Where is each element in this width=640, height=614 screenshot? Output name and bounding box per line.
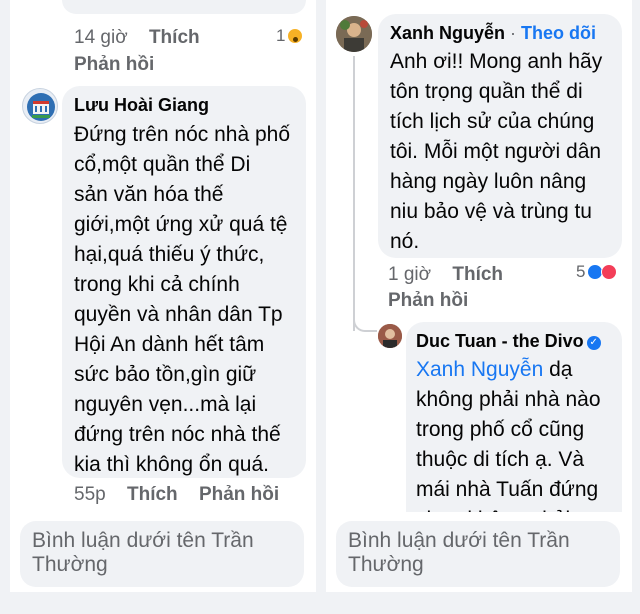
separator-dot: · — [510, 23, 517, 43]
love-reaction-icon — [601, 264, 618, 280]
comment-text: Đứng trên nóc nhà phố cổ,một quần thể Di… — [74, 120, 294, 480]
reaction-count: 5 — [576, 262, 586, 281]
reply-author[interactable]: Duc Tuan - the Divo — [416, 331, 584, 351]
reply-button[interactable]: Phản hồi — [74, 54, 154, 76]
comments-panel-right: Xanh Nguyễn · Theo dõi Anh ơi!! Mong anh… — [326, 0, 632, 592]
reply-line: thuộc di tích ạ. Và — [416, 448, 585, 471]
comment-line: Hội An dành hết tâm — [74, 333, 265, 356]
comment-input[interactable]: Bình luận dưới tên Trần Thường — [20, 521, 304, 587]
mention-link[interactable]: Xanh Nguyễn — [416, 358, 543, 381]
like-button[interactable]: Thích — [452, 264, 503, 285]
comment-line: hại,quá thiếu ý thức, — [74, 243, 265, 266]
follow-button[interactable]: Theo dõi — [521, 23, 596, 43]
reply-button[interactable]: Phản hồi — [388, 290, 468, 312]
comment-line: niu bảo vệ và trùng tu — [390, 200, 592, 223]
comment-bubble: Xanh Nguyễn · Theo dõi Anh ơi!! Mong anh… — [378, 14, 622, 258]
profile-photo-icon — [378, 324, 402, 348]
comment-line: trong khi cả chính — [74, 273, 240, 296]
comment-line: quyền và nhân dân Tp — [74, 303, 283, 326]
reaction-count: 1 — [276, 26, 286, 45]
reply-bubble: Duc Tuan - the Divo ✓ Xanh Nguyễn dạ khôn… — [406, 322, 622, 536]
verified-badge-icon: ✓ — [586, 336, 601, 350]
comment-line: tôi. Mỗi một người dân — [390, 140, 602, 163]
reply-line: trong phố cổ cũng — [416, 418, 585, 441]
comment-line: cổ,một quần thể Di — [74, 153, 251, 176]
comment-time: 55p — [74, 484, 106, 505]
like-button[interactable]: Thích — [149, 27, 200, 48]
comment-text: Anh ơi!! Mong anh hãy tôn trọng quần thể… — [390, 47, 610, 257]
comment-header: Xanh Nguyễn · Theo dõi — [390, 22, 610, 44]
thread-line — [353, 56, 355, 331]
comment-line: kia thì không ổn quá. — [74, 453, 269, 476]
comment-actions: 1 giờ Thích — [388, 264, 519, 286]
reaction-summary[interactable]: 1 — [276, 26, 304, 46]
comment-line: tôn trọng quần thể di — [390, 80, 583, 103]
wow-reaction-icon — [287, 28, 304, 44]
comment-line: sản văn hóa thế — [74, 183, 224, 206]
comment-line: tích lịch sử của chúng — [390, 110, 595, 133]
comment-line: giới,một ứng xử quá tệ — [74, 213, 288, 236]
comment-author[interactable]: Lưu Hoài Giang — [74, 94, 294, 116]
emblem-icon — [27, 93, 55, 121]
avatar[interactable] — [378, 324, 402, 348]
reply-line: mái nhà Tuấn đứng — [416, 478, 599, 501]
comment-line: nguyên vẹn...mà lại — [74, 393, 257, 416]
comment-input[interactable]: Bình luận dưới tên Trần Thường — [336, 521, 620, 587]
reply-button[interactable]: Phản hồi — [199, 484, 279, 505]
comment-author[interactable]: Xanh Nguyễn — [390, 23, 505, 43]
reply-line: Xanh Nguyễn dạ — [416, 355, 612, 385]
comment-line: sức bảo tồn,gìn giữ — [74, 363, 257, 386]
comments-panel-left: 14 giờ Thích 1 Phản hồi Lưu Hoài Giang Đ… — [10, 0, 316, 592]
comment-bubble: Lưu Hoài Giang Đứng trên nóc nhà phố cổ,… — [62, 86, 306, 478]
input-placeholder: Bình luận dưới tên Trần — [32, 529, 254, 552]
like-button[interactable]: Thích — [127, 484, 178, 505]
avatar[interactable] — [336, 16, 372, 52]
thread-connector — [353, 318, 377, 332]
reaction-summary[interactable]: 5 — [576, 262, 618, 282]
comment-actions: 55p Thích Phản hồi — [74, 484, 295, 506]
comment-line: đứng trên nóc nhà thế — [74, 423, 281, 446]
reply-line: không phải nhà nào — [416, 388, 601, 411]
input-placeholder: Thường — [32, 553, 108, 576]
comment-line: Anh ơi!! Mong anh hãy — [390, 50, 603, 73]
comment-line: nó. — [390, 230, 420, 253]
comment-line: hàng ngày luôn nâng — [390, 170, 587, 193]
previous-comment-bubble-edge — [62, 0, 306, 14]
reply-line-rest: dạ — [543, 358, 573, 381]
reply-header: Duc Tuan - the Divo ✓ — [416, 330, 612, 352]
comment-line: Đứng trên nóc nhà phố — [74, 123, 291, 146]
comment-time: 14 giờ — [74, 27, 128, 48]
input-placeholder: Thường — [348, 553, 424, 576]
avatar[interactable] — [22, 88, 58, 124]
profile-photo-icon — [336, 16, 372, 52]
previous-comment-actions: 14 giờ Thích — [74, 27, 216, 49]
comment-time: 1 giờ — [388, 264, 432, 285]
reply-text: Xanh Nguyễn dạ không phải nhà nào trong … — [416, 355, 612, 535]
input-placeholder: Bình luận dưới tên Trần — [348, 529, 570, 552]
